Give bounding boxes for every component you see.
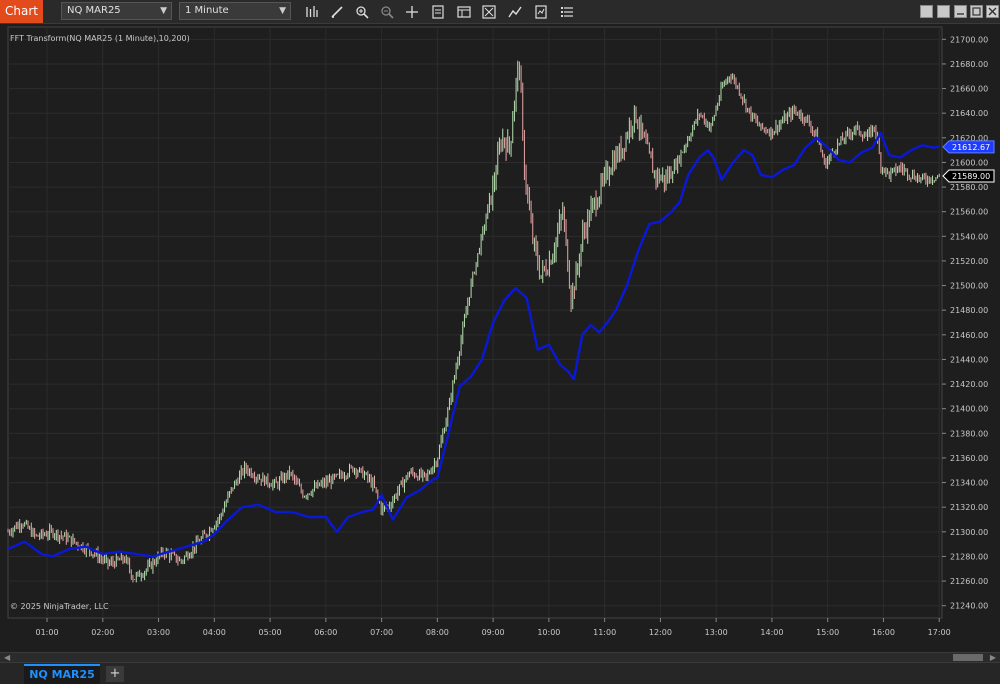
x-tick-label: 07:00: [370, 628, 393, 637]
interval-value: 1 Minute: [185, 5, 229, 16]
x-tick-label: 01:00: [36, 628, 59, 637]
y-tick-label: 21540.00: [950, 232, 988, 241]
x-tick-label: 15:00: [816, 628, 839, 637]
scroll-right-icon[interactable]: ▶: [990, 653, 996, 662]
y-tick-label: 21260.00: [950, 577, 988, 586]
y-tick-label: 21560.00: [950, 208, 988, 217]
y-tick-label: 21360.00: [950, 454, 988, 463]
x-tick-label: 12:00: [649, 628, 672, 637]
chevron-down-icon: ▼: [160, 6, 167, 16]
x-tick-label: 14:00: [760, 628, 783, 637]
scroll-thumb[interactable]: [953, 654, 983, 661]
y-tick-label: 21640.00: [950, 109, 988, 118]
x-tick-label: 05:00: [259, 628, 282, 637]
x-tick-label: 04:00: [203, 628, 226, 637]
crosshair-icon[interactable]: [403, 3, 421, 21]
y-tick-label: 21500.00: [950, 282, 988, 291]
y-tick-label: 21480.00: [950, 306, 988, 315]
x-tick-label: 11:00: [593, 628, 616, 637]
y-tick-label: 21580.00: [950, 183, 988, 192]
y-tick-label: 21660.00: [950, 85, 988, 94]
data-box-icon[interactable]: [532, 3, 550, 21]
chart-menu-button[interactable]: Chart: [0, 0, 43, 23]
bottom-bar: ◀ ▶ NQ MAR25 +: [0, 652, 1000, 684]
copyright-text: © 2025 NinjaTrader, LLC: [10, 602, 109, 611]
y-tick-label: 21600.00: [950, 158, 988, 167]
y-tick-label: 21420.00: [950, 380, 988, 389]
templates-icon[interactable]: [455, 3, 473, 21]
y-tick-label: 21300.00: [950, 528, 988, 537]
maximize-icon[interactable]: [970, 5, 983, 18]
y-tick-label: 21240.00: [950, 602, 988, 611]
chevron-down-icon: ▼: [279, 6, 286, 16]
x-tick-label: 10:00: [537, 628, 560, 637]
y-tick-label: 21700.00: [950, 35, 988, 44]
fft-value-marker: 21612.67: [942, 140, 995, 154]
y-tick-label: 21440.00: [950, 355, 988, 364]
y-tick-label: 21680.00: [950, 60, 988, 69]
indicators-icon[interactable]: [558, 3, 576, 21]
x-tick-label: 08:00: [426, 628, 449, 637]
svg-text:21612.67: 21612.67: [952, 143, 990, 152]
minimize-icon[interactable]: [954, 5, 967, 18]
x-tick-label: 13:00: [705, 628, 728, 637]
svg-text:21589.00: 21589.00: [952, 172, 990, 181]
instrument-value: NQ MAR25: [67, 5, 121, 16]
y-tick-label: 21460.00: [950, 331, 988, 340]
y-tick-label: 21400.00: [950, 405, 988, 414]
draw-icon[interactable]: [328, 3, 346, 21]
restore-small-icon[interactable]: [920, 5, 933, 18]
tab-nq-mar25[interactable]: NQ MAR25: [24, 664, 100, 684]
bar-type-icon[interactable]: [303, 3, 321, 21]
add-tab-button[interactable]: +: [106, 666, 124, 682]
scroll-left-icon[interactable]: ◀: [4, 653, 10, 662]
horizontal-scrollbar[interactable]: ◀ ▶: [0, 652, 1000, 663]
instrument-selector[interactable]: NQ MAR25 ▼: [61, 2, 172, 20]
y-tick-label: 21320.00: [950, 503, 988, 512]
price-chart[interactable]: 21700.0021680.0021660.0021640.0021620.00…: [0, 24, 1000, 652]
x-tick-label: 09:00: [482, 628, 505, 637]
chart-panel[interactable]: 21700.00 21680.00 21660.00 21640.00 21620.00…: [0, 24, 1000, 652]
zoom-out-icon[interactable]: [378, 3, 396, 21]
x-tick-label: 02:00: [91, 628, 114, 637]
zoom-in-icon[interactable]: [353, 3, 371, 21]
x-tick-label: 16:00: [872, 628, 895, 637]
restore-icon[interactable]: [937, 5, 950, 18]
plot-area[interactable]: [7, 26, 943, 619]
y-tick-label: 21340.00: [950, 479, 988, 488]
x-tick-label: 03:00: [147, 628, 170, 637]
y-tick-label: 21380.00: [950, 429, 988, 438]
strategy-icon[interactable]: [506, 3, 524, 21]
close-icon[interactable]: [986, 5, 999, 18]
interval-selector[interactable]: 1 Minute ▼: [179, 2, 291, 20]
chart-toolbar: Chart NQ MAR25 ▼ 1 Minute ▼: [0, 0, 1000, 24]
properties-icon[interactable]: [429, 3, 447, 21]
y-tick-label: 21280.00: [950, 552, 988, 561]
snapshot-icon[interactable]: [480, 3, 498, 21]
indicator-label: FFT Transform(NQ MAR25 (1 Minute),10,200…: [10, 34, 190, 43]
x-tick-label: 17:00: [928, 628, 951, 637]
last-price-marker: 21589.00: [942, 169, 995, 183]
x-tick-label: 06:00: [314, 628, 337, 637]
y-tick-label: 21520.00: [950, 257, 988, 266]
